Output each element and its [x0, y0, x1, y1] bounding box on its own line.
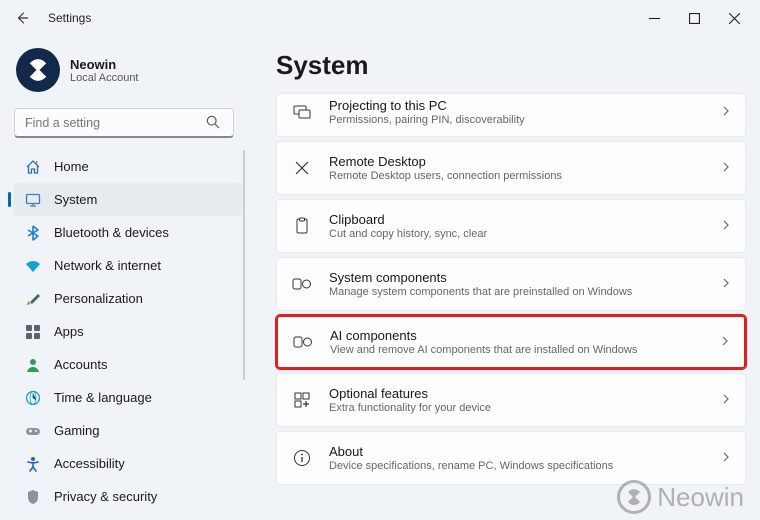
page-title: System [276, 50, 746, 81]
card-subtitle: Permissions, pairing PIN, discoverabilit… [329, 114, 721, 126]
wifi-icon [24, 257, 42, 275]
card-remote-desktop[interactable]: Remote Desktop Remote Desktop users, con… [276, 141, 746, 195]
main-content: System Projecting to this PC Permissions… [248, 36, 760, 520]
sidebar-item-accessibility[interactable]: Accessibility [14, 447, 242, 480]
profile-subtitle: Local Account [70, 72, 139, 84]
accounts-icon [24, 356, 42, 374]
card-subtitle: Remote Desktop users, connection permiss… [329, 170, 721, 182]
search-icon [206, 115, 220, 134]
search-input[interactable] [14, 108, 234, 138]
apps-icon [24, 323, 42, 341]
minimize-icon [649, 13, 660, 24]
avatar [16, 48, 60, 92]
globe-clock-icon [24, 389, 42, 407]
card-subtitle: Cut and copy history, sync, clear [329, 228, 721, 240]
card-about[interactable]: About Device specifications, rename PC, … [276, 431, 746, 485]
card-subtitle: Device specifications, rename PC, Window… [329, 460, 721, 472]
sidebar-item-label: Apps [54, 324, 84, 339]
sidebar-item-label: System [54, 192, 97, 207]
components-icon [291, 273, 313, 295]
sidebar-item-label: Gaming [54, 423, 100, 438]
chevron-right-icon [721, 391, 731, 409]
maximize-button[interactable] [676, 4, 712, 32]
card-optional-features[interactable]: Optional features Extra functionality fo… [276, 373, 746, 427]
card-title: System components [329, 270, 721, 285]
sidebar-item-network[interactable]: Network & internet [14, 249, 242, 282]
chevron-right-icon [720, 333, 730, 351]
components-icon [292, 331, 314, 353]
sidebar-item-label: Personalization [54, 291, 143, 306]
sidebar-scrollbar[interactable] [243, 150, 245, 380]
shield-icon [24, 488, 42, 506]
info-icon [291, 447, 313, 469]
card-title: Clipboard [329, 212, 721, 227]
card-clipboard[interactable]: Clipboard Cut and copy history, sync, cl… [276, 199, 746, 253]
sidebar-item-accounts[interactable]: Accounts [14, 348, 242, 381]
close-button[interactable] [716, 4, 752, 32]
sidebar-item-gaming[interactable]: Gaming [14, 414, 242, 447]
sidebar-item-label: Bluetooth & devices [54, 225, 169, 240]
sidebar-item-time[interactable]: Time & language [14, 381, 242, 414]
chevron-right-icon [721, 159, 731, 177]
card-subtitle: View and remove AI components that are i… [330, 344, 720, 356]
sidebar-item-bluetooth[interactable]: Bluetooth & devices [14, 216, 242, 249]
app-title: Settings [48, 11, 91, 25]
avatar-logo-icon [23, 55, 53, 85]
titlebar: Settings [0, 0, 760, 36]
sidebar-item-system[interactable]: System [14, 183, 242, 216]
bluetooth-icon [24, 224, 42, 242]
arrow-left-icon [15, 11, 29, 25]
system-icon [24, 191, 42, 209]
sidebar: Neowin Local Account Home System Blueto [0, 36, 248, 520]
clipboard-icon [291, 215, 313, 237]
brush-icon [24, 290, 42, 308]
remote-desktop-icon [291, 157, 313, 179]
sidebar-item-label: Accounts [54, 357, 107, 372]
minimize-button[interactable] [636, 4, 672, 32]
sidebar-item-home[interactable]: Home [14, 150, 242, 183]
sidebar-item-label: Time & language [54, 390, 152, 405]
settings-cards: Projecting to this PC Permissions, pairi… [276, 93, 746, 485]
card-system-components[interactable]: System components Manage system componen… [276, 257, 746, 311]
sidebar-item-label: Home [54, 159, 89, 174]
card-title: Optional features [329, 386, 721, 401]
card-projecting[interactable]: Projecting to this PC Permissions, pairi… [276, 93, 746, 137]
back-button[interactable] [8, 4, 36, 32]
sidebar-item-apps[interactable]: Apps [14, 315, 242, 348]
chevron-right-icon [721, 449, 731, 467]
profile-block[interactable]: Neowin Local Account [14, 44, 242, 106]
chevron-right-icon [721, 275, 731, 293]
profile-name: Neowin [70, 57, 139, 72]
nav-list: Home System Bluetooth & devices Network … [14, 150, 242, 513]
projecting-icon [291, 101, 313, 123]
accessibility-icon [24, 455, 42, 473]
search-box [14, 108, 242, 138]
sidebar-item-label: Privacy & security [54, 489, 157, 504]
card-title: AI components [330, 328, 720, 343]
home-icon [24, 158, 42, 176]
sidebar-item-privacy[interactable]: Privacy & security [14, 480, 242, 513]
chevron-right-icon [721, 103, 731, 121]
card-title: About [329, 444, 721, 459]
sidebar-item-label: Network & internet [54, 258, 161, 273]
card-ai-components[interactable]: AI components View and remove AI compone… [276, 315, 746, 369]
sidebar-item-personalization[interactable]: Personalization [14, 282, 242, 315]
sidebar-item-label: Accessibility [54, 456, 125, 471]
card-subtitle: Extra functionality for your device [329, 402, 721, 414]
card-title: Projecting to this PC [329, 98, 721, 113]
close-icon [729, 13, 740, 24]
chevron-right-icon [721, 217, 731, 235]
maximize-icon [689, 13, 700, 24]
card-subtitle: Manage system components that are preins… [329, 286, 721, 298]
gaming-icon [24, 422, 42, 440]
card-title: Remote Desktop [329, 154, 721, 169]
optional-features-icon [291, 389, 313, 411]
